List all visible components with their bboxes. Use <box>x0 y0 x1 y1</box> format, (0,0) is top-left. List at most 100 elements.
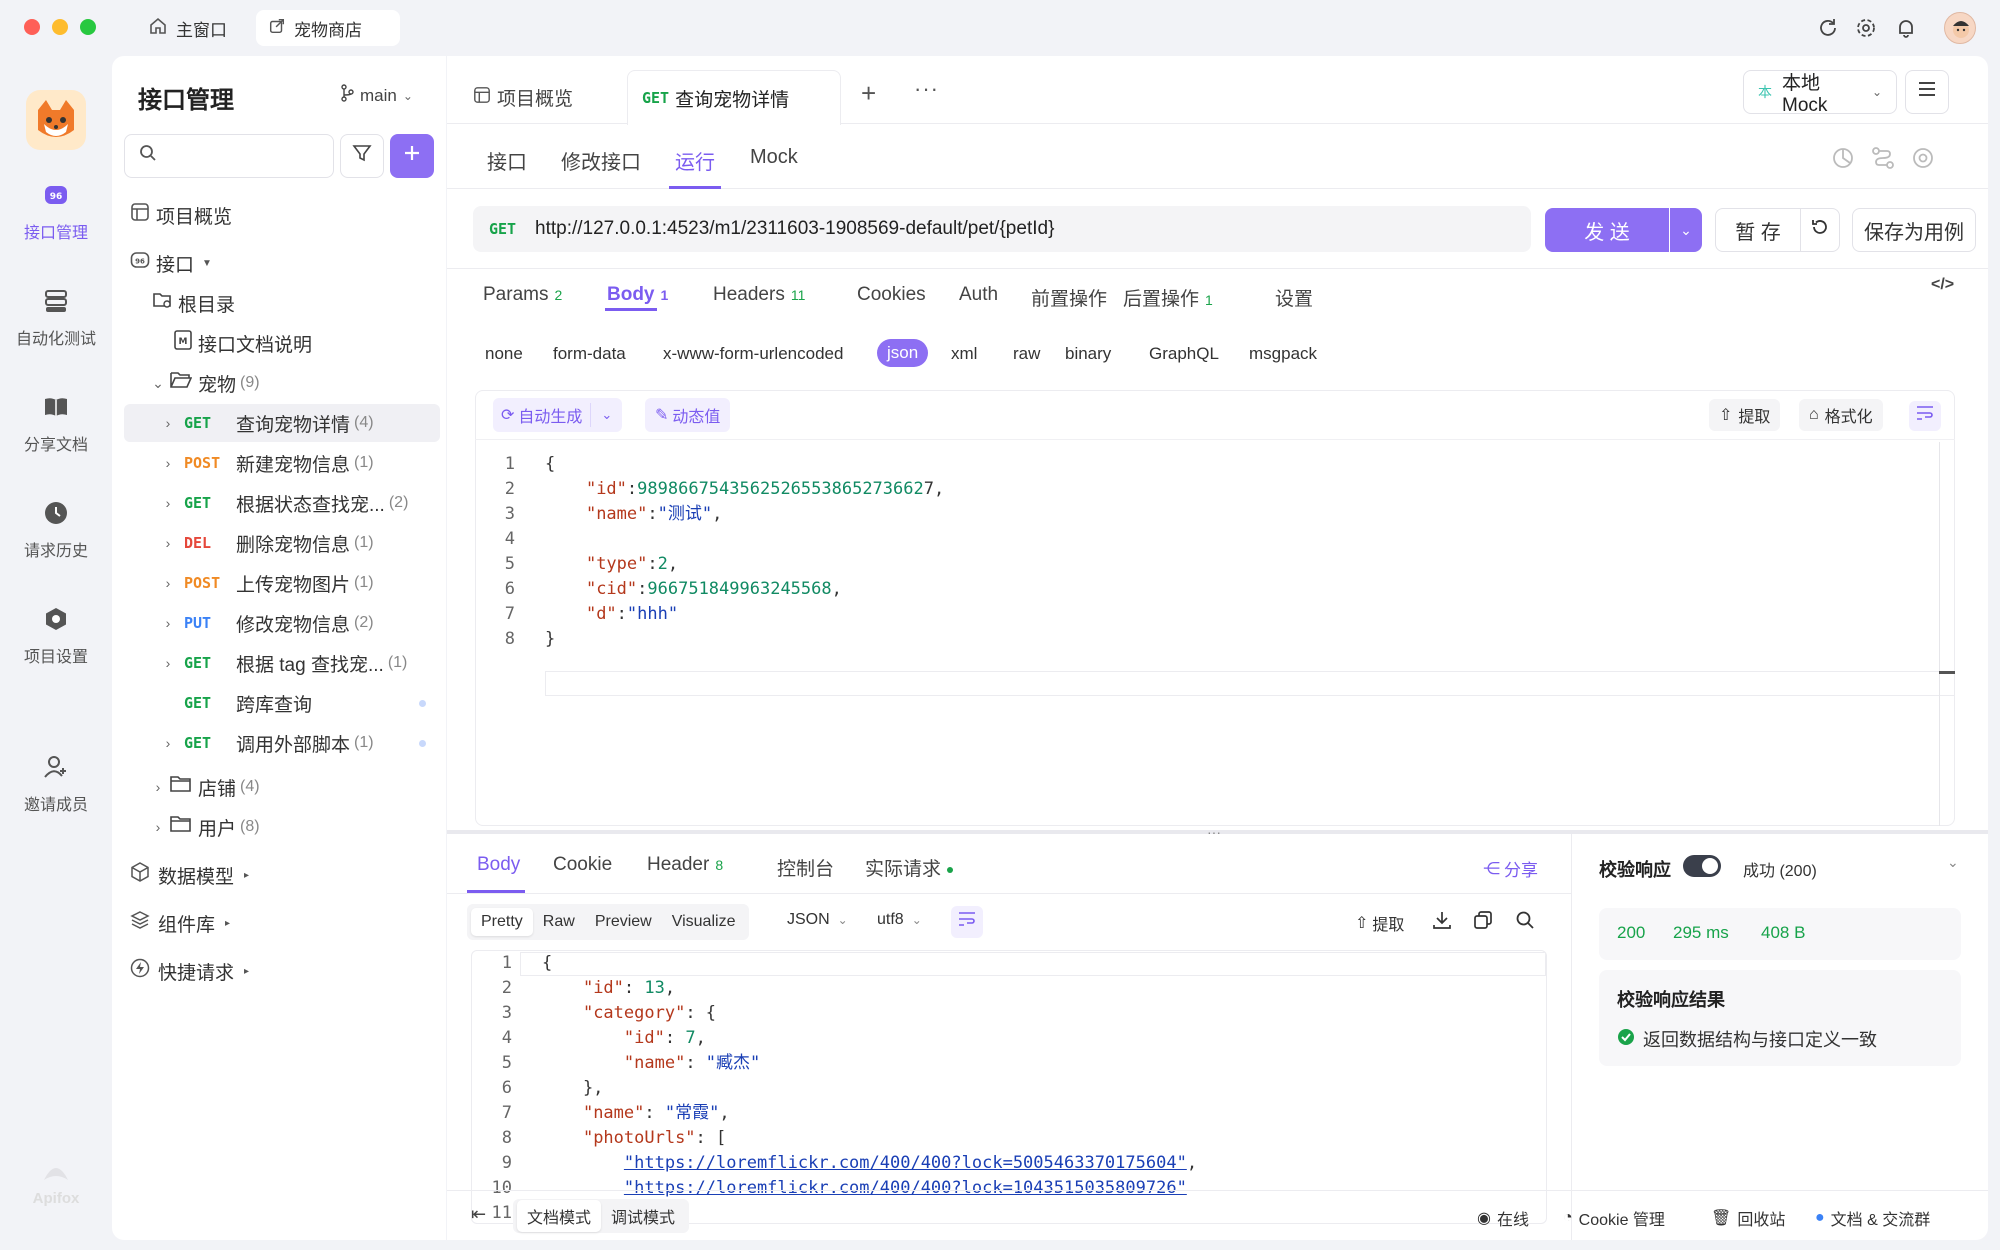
endpoint-item[interactable]: › PUT 修改宠物信息 (2) <box>124 604 440 642</box>
new-tab-plus-icon[interactable]: + <box>861 78 876 109</box>
tree-data-models[interactable]: 数据模型 ▸ <box>112 856 446 894</box>
rail-project-settings[interactable]: 项目设置 <box>0 606 112 667</box>
request-tab[interactable]: 前置操作 <box>1031 284 1107 311</box>
download-icon[interactable] <box>1432 910 1452 936</box>
editor-scrollbar[interactable] <box>1939 442 1940 826</box>
reset-button[interactable] <box>1800 208 1840 252</box>
wrap-lines-button[interactable] <box>951 906 983 938</box>
tree-api-root[interactable]: 96 接口 ▼ <box>112 244 446 282</box>
drag-handle-icon[interactable]: ··· <box>1207 824 1221 840</box>
settings-icon[interactable] <box>1911 146 1935 176</box>
request-tab[interactable]: Cookies <box>857 284 926 306</box>
dynamic-value-button[interactable]: ✎ 动态值 <box>645 398 731 432</box>
tree-root-dir[interactable]: 根目录 <box>112 284 446 322</box>
endpoint-item[interactable]: › GET 调用外部脚本 (1) <box>124 724 440 762</box>
search-icon[interactable] <box>1515 910 1535 936</box>
view-visualize[interactable]: Visualize <box>662 908 746 936</box>
online-status[interactable]: ◉ 在线 <box>1477 1206 1529 1230</box>
send-button[interactable]: 发 送 <box>1545 208 1669 252</box>
request-tab[interactable]: Headers 11 <box>713 284 805 306</box>
validate-toggle[interactable] <box>1683 855 1721 877</box>
docs-community[interactable]: ● 文档 & 交流群 <box>1815 1206 1930 1230</box>
body-type-option[interactable]: binary <box>1065 344 1111 364</box>
tab-get-pet-detail[interactable]: GET 查询宠物详情 <box>627 70 841 125</box>
body-type-option[interactable]: json <box>877 339 929 367</box>
tab-project-overview[interactable]: 项目概览 <box>473 84 573 111</box>
tree-folder-shop[interactable]: › 店铺 (4) <box>112 768 446 806</box>
endpoint-item[interactable]: › GET 根据状态查找宠... (2) <box>124 484 440 522</box>
tree-folder-user[interactable]: › 用户 (8) <box>112 808 446 846</box>
sidebar-search-input[interactable] <box>165 147 325 165</box>
body-type-option[interactable]: GraphQL <box>1149 344 1219 364</box>
close-window-button[interactable] <box>24 19 40 35</box>
view-pretty[interactable]: Pretty <box>471 908 533 936</box>
body-type-option[interactable]: form-data <box>553 344 626 364</box>
save-as-case-button[interactable]: 保存为用例 <box>1852 208 1976 252</box>
collapse-sidebar-icon[interactable]: ⇤ <box>471 1204 486 1225</box>
endpoint-item[interactable]: › GET 根据 tag 查找宠... (1) <box>124 644 440 682</box>
request-tab[interactable]: Body 1 <box>607 284 668 306</box>
view-raw[interactable]: Raw <box>533 908 585 936</box>
save-draft-button[interactable]: 暂 存 <box>1715 208 1801 252</box>
window-tab-petstore[interactable]: 宠物商店 <box>256 10 400 46</box>
auto-generate-button[interactable]: ⟳ 自动生成 ⌄ <box>493 398 623 432</box>
rail-api-management[interactable]: 96 接口管理 <box>0 182 112 243</box>
window-tab-home[interactable]: 主窗口 <box>136 10 239 46</box>
wrap-lines-button[interactable] <box>1909 401 1941 431</box>
response-body-viewer[interactable]: 1{2 "id": 13, 3 "category": {4 "id": 7, 5 … <box>471 950 1547 1224</box>
bell-icon[interactable] <box>1892 14 1920 42</box>
encoding-select[interactable]: utf8 ⌄ <box>877 911 922 929</box>
endpoint-item[interactable]: › GET 查询宠物详情 (4) <box>124 404 440 442</box>
subtab-mock[interactable]: Mock <box>750 146 798 169</box>
refresh-icon[interactable] <box>1814 14 1842 42</box>
zoom-window-button[interactable] <box>80 19 96 35</box>
view-preview[interactable]: Preview <box>585 908 662 936</box>
environment-selector[interactable]: 本 本地 Mock ⌄ <box>1743 70 1897 116</box>
endpoint-item[interactable]: › DEL 删除宠物信息 (1) <box>124 524 440 562</box>
request-tab[interactable]: 设置 <box>1275 284 1313 311</box>
subtab-edit-api[interactable]: 修改接口 <box>561 146 641 175</box>
minimize-window-button[interactable] <box>52 19 68 35</box>
response-tab[interactable]: Header 8 <box>647 854 723 876</box>
endpoint-item[interactable]: GET 跨库查询 <box>124 684 440 722</box>
tree-project-overview[interactable]: 项目概览 <box>112 196 446 234</box>
add-button[interactable] <box>390 134 434 178</box>
filter-button[interactable] <box>340 134 384 178</box>
response-tab[interactable]: Cookie <box>553 854 612 876</box>
project-logo[interactable] <box>26 90 86 150</box>
user-avatar[interactable] <box>1944 12 1976 44</box>
validate-status-select[interactable]: 成功 (200) <box>1743 857 1817 881</box>
body-type-option[interactable]: none <box>485 344 523 364</box>
endpoint-item[interactable]: › POST 上传宠物图片 (1) <box>124 564 440 602</box>
format-button[interactable]: ⌂ 格式化 <box>1799 399 1883 431</box>
send-dropdown-button[interactable]: ⌄ <box>1670 208 1702 252</box>
extract-button[interactable]: ⇧ 提取 <box>1709 399 1781 431</box>
request-tab[interactable]: Params 2 <box>483 284 562 306</box>
settings-gear-icon[interactable] <box>1852 14 1880 42</box>
debug-mode-button[interactable]: 调试模式 <box>601 1200 685 1232</box>
endpoint-item[interactable]: › POST 新建宠物信息 (1) <box>124 444 440 482</box>
format-select[interactable]: JSON ⌄ <box>787 911 848 929</box>
menu-button[interactable] <box>1905 70 1949 114</box>
response-extract-button[interactable]: ⇧ 提取 <box>1355 911 1404 935</box>
request-tab[interactable]: Auth <box>959 284 998 306</box>
request-tab[interactable]: 后置操作 1 <box>1123 284 1213 311</box>
tree-quick-requests[interactable]: 快捷请求 ▸ <box>112 952 446 990</box>
copy-icon[interactable] <box>1473 910 1493 936</box>
body-type-option[interactable]: msgpack <box>1249 344 1317 364</box>
tree-doc[interactable]: M 接口文档说明 <box>112 324 446 362</box>
response-tab[interactable]: 控制台 <box>777 854 834 881</box>
code-snippet-icon[interactable]: </> <box>1931 276 1954 294</box>
tree-folder-pet[interactable]: ⌄ 宠物 (9) <box>112 364 446 402</box>
body-type-option[interactable]: x-www-form-urlencoded <box>663 344 843 364</box>
more-tabs-icon[interactable]: ··· <box>914 76 939 102</box>
flow-icon[interactable] <box>1871 146 1895 176</box>
response-tab[interactable]: 实际请求 <box>865 854 954 881</box>
branch-selector[interactable]: main ⌄ <box>340 84 413 107</box>
response-tab[interactable]: Body <box>477 854 520 876</box>
url-bar[interactable]: GET http://127.0.0.1:4523/m1/2311603-190… <box>473 206 1531 252</box>
rail-history[interactable]: 请求历史 <box>0 500 112 561</box>
subtab-run[interactable]: 运行 <box>675 146 715 175</box>
share-button[interactable]: ⋲ 分享 <box>1483 856 1538 881</box>
rail-auto-test[interactable]: 自动化测试 <box>0 288 112 349</box>
